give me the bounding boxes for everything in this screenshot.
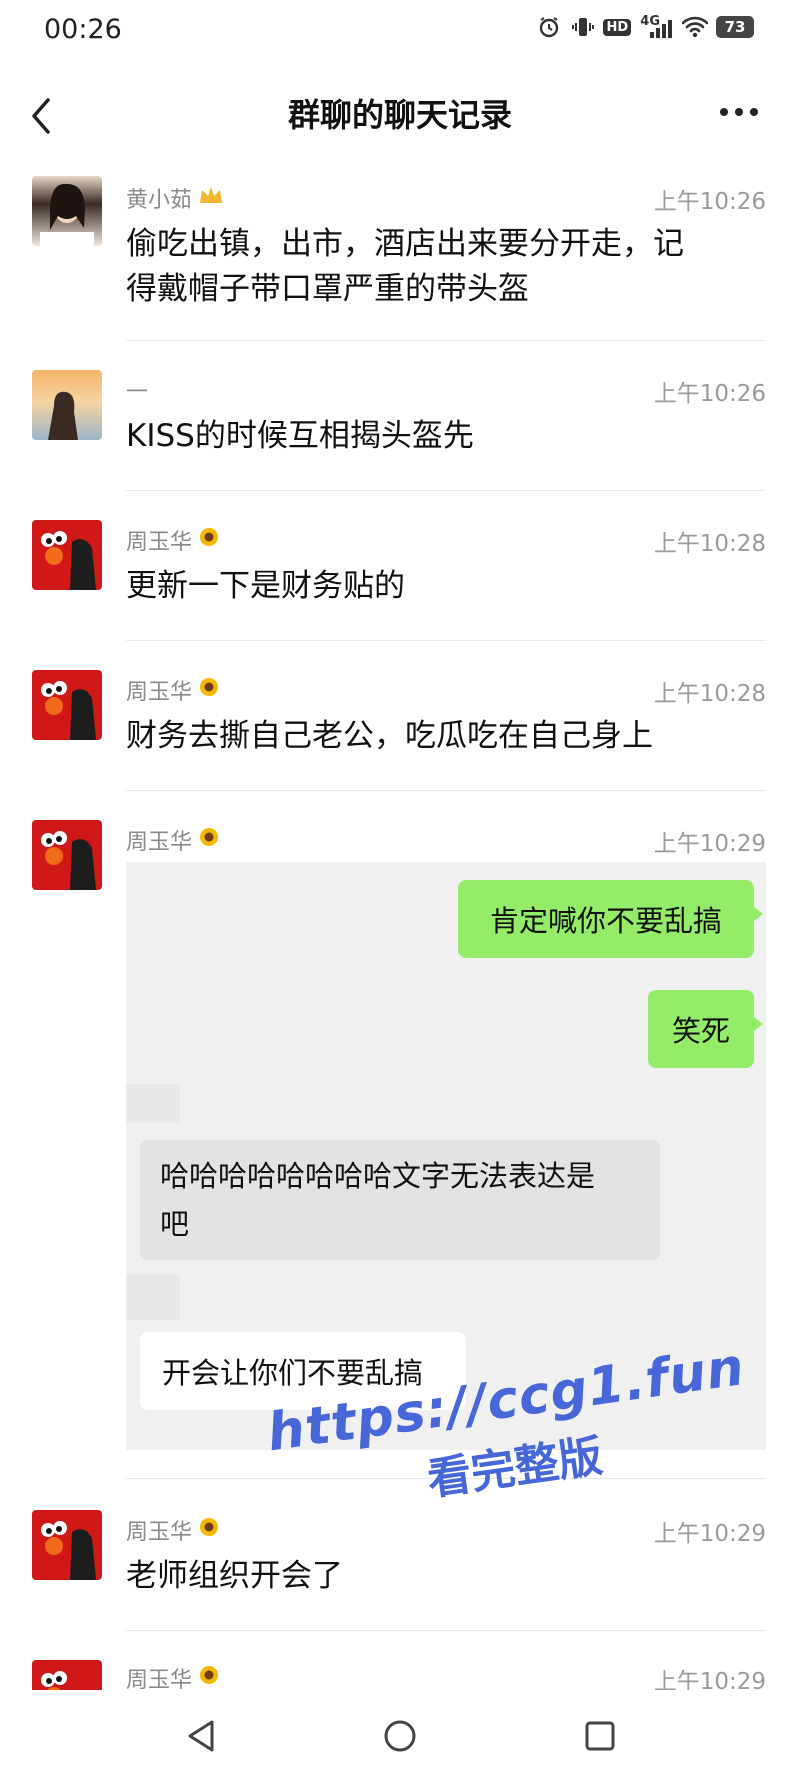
sender-name: 周玉华 (126, 1662, 220, 1690)
chat-bubble-received: 哈哈哈哈哈哈哈哈文字无法表达是 吧 (140, 1140, 660, 1260)
wifi-icon (682, 14, 708, 40)
divider (126, 640, 766, 641)
chat-bubble-sent: 笑死 (648, 990, 763, 1068)
avatar[interactable] (32, 820, 102, 890)
page-title: 群聊的聊天记录 (287, 96, 512, 134)
more-options-icon[interactable] (714, 92, 764, 132)
message-time: 上午10:26 (653, 381, 766, 407)
message-text: 偷吃出镇，出市，酒店出来要分开走，记 得戴帽子带口罩严重的带头盔 (126, 226, 684, 307)
message-text: 财务去撕自己老公，吃瓜吃在自己身上 (126, 718, 653, 754)
nav-back-icon[interactable] (180, 1714, 224, 1758)
divider (126, 790, 766, 791)
message-item[interactable]: 周玉华 上午10:29 (0, 1656, 800, 1690)
avatar[interactable] (32, 670, 102, 740)
message-text: 老师组织开会了 (126, 1558, 343, 1594)
title-bar: 群聊的聊天记录 (0, 62, 800, 162)
sunflower-icon (198, 526, 220, 554)
sunflower-icon (198, 676, 220, 704)
hd-icon: HD (603, 14, 632, 40)
avatar[interactable] (32, 176, 102, 246)
message-time: 上午10:29 (653, 1669, 766, 1690)
sender-name: 周玉华 (126, 1514, 220, 1546)
status-bar: 00:26 HD 4G 73 (0, 0, 800, 62)
sunflower-icon (198, 1516, 220, 1544)
chat-bubble-sent: 肯定喊你不要乱搞 (458, 880, 763, 958)
message-text: 更新一下是财务贴的 (126, 568, 405, 604)
message-time: 上午10:28 (653, 681, 766, 707)
divider (126, 340, 766, 341)
sender-name: 周玉华 (126, 824, 220, 856)
battery-icon: 73 (716, 16, 754, 38)
divider (126, 490, 766, 491)
nav-home-icon[interactable] (378, 1714, 422, 1758)
sunflower-icon (198, 1664, 220, 1690)
sender-name: 周玉华 (126, 674, 220, 706)
message-item[interactable]: 周玉华 上午10:29 老师组织开会了 (0, 1506, 800, 1626)
message-time: 上午10:29 (653, 831, 766, 857)
blurred-avatar (126, 1084, 180, 1122)
status-time: 00:26 (44, 14, 122, 45)
network-label: 4G (640, 13, 660, 29)
message-text: KISS的时候互相揭头盔先 (126, 418, 474, 454)
message-item[interactable]: 一 上午10:26 KISS的时候互相揭头盔先 (0, 366, 800, 486)
message-item[interactable]: 黄小茹 上午10:26 偷吃出镇，出市，酒店出来要分开走，记 得戴帽子带口罩严重… (0, 172, 800, 342)
status-icons: HD 4G 73 (536, 14, 754, 40)
message-item[interactable]: 周玉华 上午10:28 更新一下是财务贴的 (0, 516, 800, 636)
avatar[interactable] (32, 1660, 102, 1690)
sender-name: 一 (126, 380, 149, 405)
blurred-avatar (126, 1274, 180, 1320)
sunflower-icon (198, 826, 220, 854)
message-time: 上午10:26 (653, 189, 766, 215)
vibrate-icon (570, 14, 596, 40)
message-item[interactable]: 周玉华 上午10:28 财务去撕自己老公，吃瓜吃在自己身上 (0, 666, 800, 786)
crown-icon (198, 185, 224, 211)
message-time: 上午10:29 (653, 1521, 766, 1547)
sender-name: 黄小茹 (126, 182, 224, 214)
avatar[interactable] (32, 1510, 102, 1580)
avatar[interactable] (32, 520, 102, 590)
navigation-bar (0, 1690, 800, 1784)
sender-name: 周玉华 (126, 524, 220, 556)
divider (126, 1630, 766, 1631)
alarm-icon (536, 14, 562, 40)
avatar[interactable] (32, 370, 102, 440)
nav-recents-icon[interactable] (578, 1714, 622, 1758)
message-time: 上午10:28 (653, 531, 766, 557)
message-item[interactable]: 周玉华 上午10:29 (0, 816, 800, 890)
